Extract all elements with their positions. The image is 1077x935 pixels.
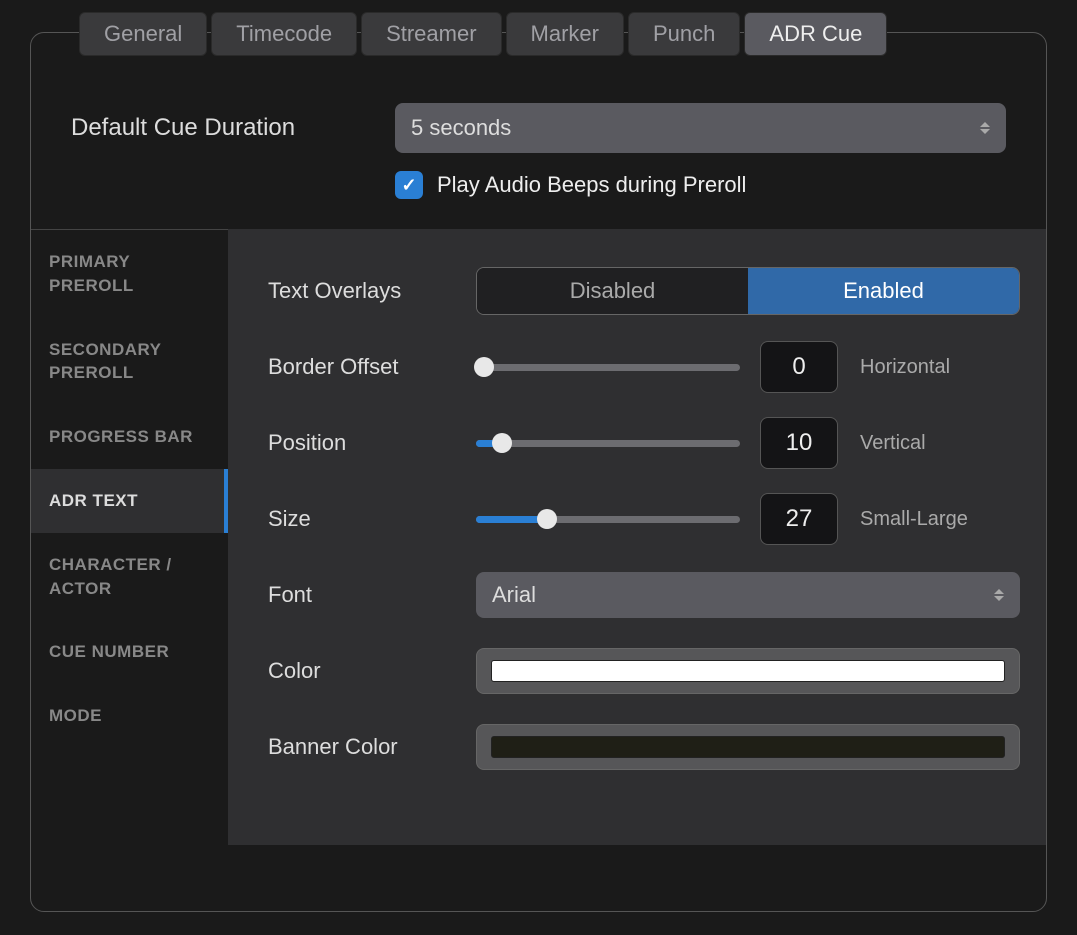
sidebar: PRIMARY PREROLLSECONDARY PREROLLPROGRESS… (31, 229, 228, 845)
position-value[interactable]: 10 (760, 417, 838, 469)
sidebar-item-character-actor[interactable]: CHARACTER / ACTOR (31, 533, 228, 621)
banner-color-well[interactable] (476, 724, 1020, 770)
select-arrows-icon (980, 122, 990, 134)
size-suffix: Small-Large (860, 508, 968, 531)
size-row: Size 27 Small-Large (268, 481, 1020, 557)
color-well[interactable] (476, 648, 1020, 694)
border-offset-label: Border Offset (268, 354, 476, 380)
tab-streamer[interactable]: Streamer (361, 12, 501, 56)
color-swatch (491, 660, 1005, 682)
tab-adr-cue[interactable]: ADR Cue (744, 12, 887, 56)
play-beeps-label: Play Audio Beeps during Preroll (437, 172, 746, 198)
banner-color-label: Banner Color (268, 734, 476, 760)
border-offset-row: Border Offset 0 Horizontal (268, 329, 1020, 405)
detail-pane: Text Overlays DisabledEnabled Border Off… (228, 229, 1046, 845)
font-row: Font Arial (268, 557, 1020, 633)
slider-thumb[interactable] (474, 357, 494, 377)
panel-content: Default Cue Duration 5 seconds ✓ Play Au… (31, 33, 1046, 845)
border-offset-slider[interactable] (476, 357, 740, 377)
tab-punch[interactable]: Punch (628, 12, 740, 56)
default-cue-duration-select[interactable]: 5 seconds (395, 103, 1006, 153)
banner-color-row: Banner Color (268, 709, 1020, 785)
size-value[interactable]: 27 (760, 493, 838, 545)
select-arrows-icon (994, 589, 1004, 601)
position-slider[interactable] (476, 433, 740, 453)
default-cue-duration-label: Default Cue Duration (71, 114, 371, 142)
sidebar-item-mode[interactable]: MODE (31, 684, 228, 748)
top-tabs: GeneralTimecodeStreamerMarkerPunchADR Cu… (79, 12, 887, 56)
sidebar-item-adr-text[interactable]: ADR TEXT (31, 469, 228, 533)
text-overlays-label: Text Overlays (268, 278, 476, 304)
position-suffix: Vertical (860, 432, 926, 455)
tab-marker[interactable]: Marker (506, 12, 624, 56)
text-overlays-segmented: DisabledEnabled (476, 267, 1020, 315)
default-cue-duration-value: 5 seconds (411, 115, 511, 141)
text-overlays-row: Text Overlays DisabledEnabled (268, 253, 1020, 329)
sidebar-item-progress-bar[interactable]: PROGRESS BAR (31, 405, 228, 469)
sidebar-item-cue-number[interactable]: CUE NUMBER (31, 620, 228, 684)
main-area: PRIMARY PREROLLSECONDARY PREROLLPROGRESS… (31, 229, 1046, 845)
sidebar-item-primary-preroll[interactable]: PRIMARY PREROLL (31, 230, 228, 318)
border-offset-suffix: Horizontal (860, 356, 950, 379)
banner-color-swatch (491, 736, 1005, 758)
default-cue-duration-row: Default Cue Duration 5 seconds (31, 103, 1046, 153)
position-label: Position (268, 430, 476, 456)
color-label: Color (268, 658, 476, 684)
color-row: Color (268, 633, 1020, 709)
play-beeps-checkbox[interactable]: ✓ (395, 171, 423, 199)
settings-panel: GeneralTimecodeStreamerMarkerPunchADR Cu… (30, 32, 1047, 912)
text-overlays-option-enabled[interactable]: Enabled (748, 268, 1019, 314)
tab-timecode[interactable]: Timecode (211, 12, 357, 56)
slider-thumb[interactable] (537, 509, 557, 529)
slider-thumb[interactable] (492, 433, 512, 453)
font-value: Arial (492, 582, 536, 608)
border-offset-value[interactable]: 0 (760, 341, 838, 393)
position-row: Position 10 Vertical (268, 405, 1020, 481)
size-slider[interactable] (476, 509, 740, 529)
font-label: Font (268, 582, 476, 608)
check-icon: ✓ (401, 175, 416, 196)
play-beeps-row: ✓ Play Audio Beeps during Preroll (31, 153, 1046, 229)
text-overlays-option-disabled[interactable]: Disabled (477, 268, 748, 314)
tab-general[interactable]: General (79, 12, 207, 56)
size-label: Size (268, 506, 476, 532)
font-select[interactable]: Arial (476, 572, 1020, 618)
sidebar-item-secondary-preroll[interactable]: SECONDARY PREROLL (31, 318, 228, 406)
